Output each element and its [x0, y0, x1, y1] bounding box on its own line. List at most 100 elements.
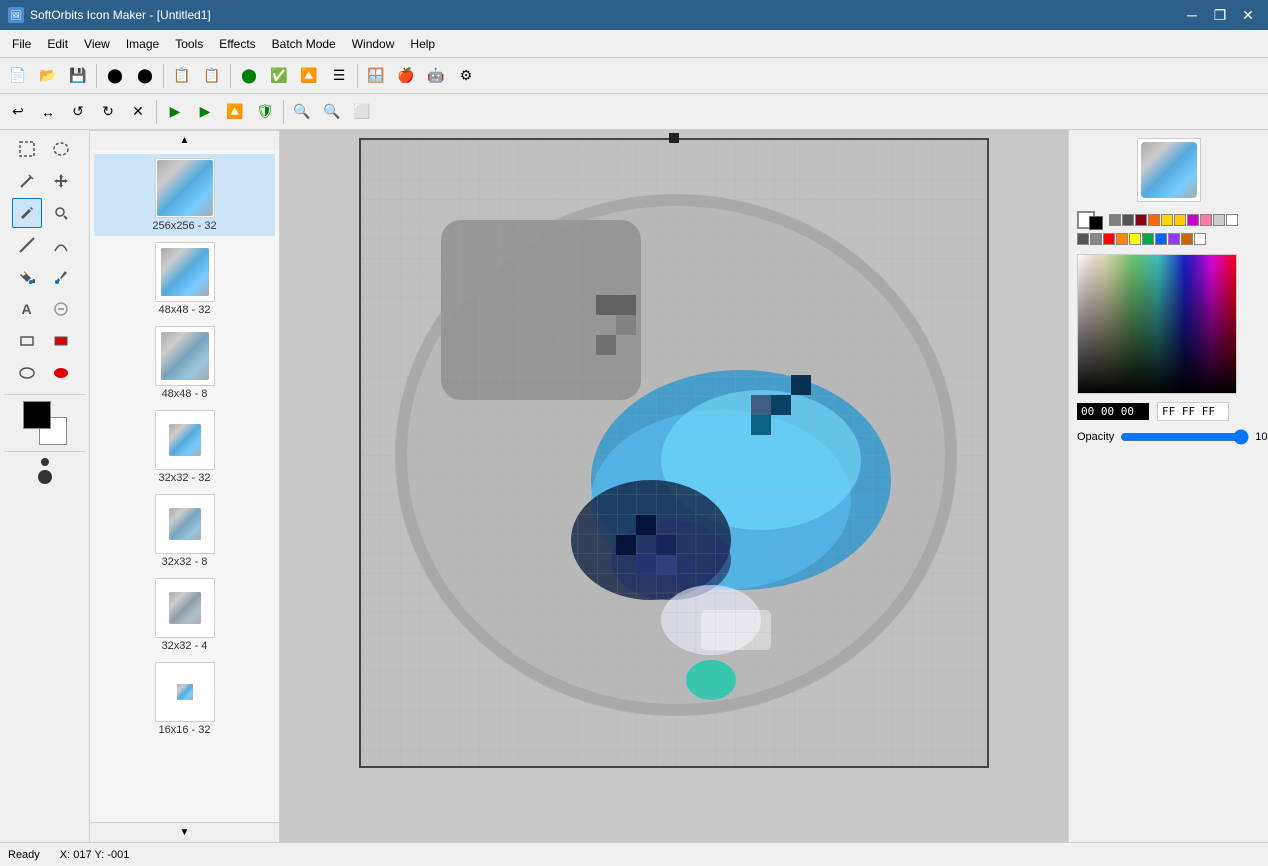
icon-list-panel: ▲ 256x256 - 32 48x48 - 32 48x48 - 8: [90, 130, 280, 842]
tb-android-icon[interactable]: 🤖: [422, 62, 450, 90]
cancel-button[interactable]: ✕: [124, 98, 152, 126]
select-lasso-tool[interactable]: [46, 134, 76, 164]
tb-circle1[interactable]: ⬤: [101, 62, 129, 90]
pal-light-gray[interactable]: [1213, 214, 1225, 226]
zoom-in-button[interactable]: 🔍: [288, 98, 316, 126]
tb-copy[interactable]: 📋: [168, 62, 196, 90]
pencil-tool[interactable]: [12, 198, 42, 228]
text-tool[interactable]: A: [12, 294, 42, 324]
pal-pink[interactable]: [1200, 214, 1212, 226]
pal-purple[interactable]: [1187, 214, 1199, 226]
fill-ellipse-tool[interactable]: [46, 358, 76, 388]
menu-item-help[interactable]: Help: [402, 33, 443, 55]
tb-apple-icon[interactable]: 🍎: [392, 62, 420, 90]
undo-button[interactable]: ↩: [4, 98, 32, 126]
blur-tool[interactable]: [46, 294, 76, 324]
menu-item-tools[interactable]: Tools: [167, 33, 211, 55]
fit-button[interactable]: ⬜: [348, 98, 376, 126]
pal-red[interactable]: [1103, 233, 1115, 245]
menu-item-effects[interactable]: Effects: [211, 33, 263, 55]
icon-item-32-8[interactable]: 32x32 - 8: [94, 490, 275, 572]
pal-orange2[interactable]: [1116, 233, 1128, 245]
pal-orange[interactable]: [1148, 214, 1160, 226]
pal-white[interactable]: [1226, 214, 1238, 226]
open-button[interactable]: 📂: [34, 62, 62, 90]
ellipse-tool[interactable]: [12, 358, 42, 388]
zoom-out-button[interactable]: 🔍: [318, 98, 346, 126]
menu-item-view[interactable]: View: [76, 33, 118, 55]
icon-item-32-4[interactable]: 32x32 - 4: [94, 574, 275, 656]
close-button[interactable]: ✕: [1236, 3, 1260, 27]
canvas-handle-top[interactable]: [669, 133, 679, 143]
toolbar2-sep-2: [283, 100, 284, 124]
pal-white2[interactable]: [1194, 233, 1206, 245]
icon-item-48-32[interactable]: 48x48 - 32: [94, 238, 275, 320]
icon-item-48-8[interactable]: 48x48 - 8: [94, 322, 275, 404]
play2-button[interactable]: ▶: [191, 98, 219, 126]
fg-hex-input[interactable]: [1077, 403, 1149, 420]
wand-tool[interactable]: [12, 166, 42, 196]
shield-button[interactable]: 🛡: [251, 98, 279, 126]
menu-item-file[interactable]: File: [4, 33, 39, 55]
foreground-color-swatch[interactable]: [23, 401, 51, 429]
tb-arrow-up[interactable]: 🔼: [295, 62, 323, 90]
menu-item-batch mode[interactable]: Batch Mode: [264, 33, 344, 55]
pal-yellow2[interactable]: [1129, 233, 1141, 245]
menu-item-edit[interactable]: Edit: [39, 33, 76, 55]
minimize-button[interactable]: ─: [1180, 3, 1204, 27]
save-button[interactable]: 💾: [64, 62, 92, 90]
tb-settings-icon[interactable]: ⚙: [452, 62, 480, 90]
tb-check[interactable]: ✅: [265, 62, 293, 90]
icon-item-16[interactable]: 16x16 - 32: [94, 658, 275, 740]
pixel-canvas-container[interactable]: [359, 138, 989, 768]
bg-hex-input[interactable]: [1157, 402, 1229, 421]
flip-h-button[interactable]: ↔: [34, 98, 62, 126]
rotate-ccw-button[interactable]: ↺: [64, 98, 92, 126]
tb-windows-icon[interactable]: 🪟: [362, 62, 390, 90]
pal-yellow[interactable]: [1161, 214, 1173, 226]
brush-size-large[interactable]: [38, 470, 52, 484]
pal-dark-red[interactable]: [1135, 214, 1147, 226]
icon-item-256[interactable]: 256x256 - 32: [94, 154, 275, 236]
select-rect-tool[interactable]: [12, 134, 42, 164]
fill-rect-tool[interactable]: [46, 326, 76, 356]
tb-circle2[interactable]: ⬤: [131, 62, 159, 90]
fg-bg-colors[interactable]: [23, 401, 67, 445]
opacity-slider[interactable]: [1120, 429, 1249, 445]
sidebar-scroll-up[interactable]: ▲: [90, 130, 279, 150]
sidebar-scroll-down[interactable]: ▼: [90, 822, 279, 842]
airbrush-tool[interactable]: [46, 198, 76, 228]
color-picker[interactable]: [1077, 254, 1237, 394]
rotate-cw-button[interactable]: ↻: [94, 98, 122, 126]
dropper-tool[interactable]: [46, 262, 76, 292]
tb-paste[interactable]: 📋: [198, 62, 226, 90]
brush-size-small[interactable]: [41, 458, 49, 466]
pal-green[interactable]: [1142, 233, 1154, 245]
pal-r2-c2[interactable]: [1090, 233, 1102, 245]
play-button[interactable]: ▶: [161, 98, 189, 126]
pal-gold[interactable]: [1174, 214, 1186, 226]
pal-blue[interactable]: [1155, 233, 1167, 245]
pal-violet[interactable]: [1168, 233, 1180, 245]
fg-swatch-small[interactable]: [1089, 216, 1103, 230]
icon-item-32-32[interactable]: 32x32 - 32: [94, 406, 275, 488]
menu-item-image[interactable]: Image: [118, 33, 167, 55]
menu-item-window[interactable]: Window: [344, 33, 403, 55]
pal-dark-gray[interactable]: [1122, 214, 1134, 226]
line-tool[interactable]: [12, 230, 42, 260]
pal-gray[interactable]: [1109, 214, 1121, 226]
rect-select-tool[interactable]: [12, 326, 42, 356]
prev-button[interactable]: 🔼: [221, 98, 249, 126]
move-tool[interactable]: [46, 166, 76, 196]
opacity-row: Opacity 100%: [1077, 429, 1260, 445]
curve-tool[interactable]: [46, 230, 76, 260]
pal-r2-c1[interactable]: [1077, 233, 1089, 245]
tb-green-circle[interactable]: ⬤: [235, 62, 263, 90]
tools-grid: A: [0, 130, 89, 392]
fill-tool[interactable]: [12, 262, 42, 292]
restore-button[interactable]: ❐: [1208, 3, 1232, 27]
pal-brown[interactable]: [1181, 233, 1193, 245]
tb-menu[interactable]: ☰: [325, 62, 353, 90]
color-area: [0, 397, 89, 449]
new-button[interactable]: 📄: [4, 62, 32, 90]
